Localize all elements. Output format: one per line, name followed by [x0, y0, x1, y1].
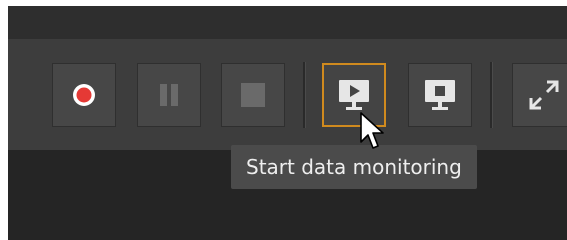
- stop-data-monitoring-button[interactable]: [408, 63, 472, 127]
- toolbar-separator: [490, 62, 493, 128]
- stop-icon: [241, 83, 265, 107]
- pause-button[interactable]: [137, 63, 201, 127]
- tooltip-start-data-monitoring: Start data monitoring: [231, 145, 477, 189]
- app-window: Start data monitoring: [0, 0, 567, 240]
- monitor-stop-icon: [425, 80, 455, 110]
- stop-button[interactable]: [221, 63, 285, 127]
- toolbar-separator: [303, 62, 306, 128]
- pause-icon: [160, 84, 178, 106]
- mouse-cursor-icon: [360, 112, 384, 149]
- fullscreen-button[interactable]: [512, 63, 567, 127]
- record-icon: [73, 84, 95, 106]
- expand-icon: [529, 80, 559, 110]
- title-bar-strip: [8, 6, 567, 39]
- record-button[interactable]: [52, 63, 116, 127]
- monitor-play-icon: [339, 80, 369, 110]
